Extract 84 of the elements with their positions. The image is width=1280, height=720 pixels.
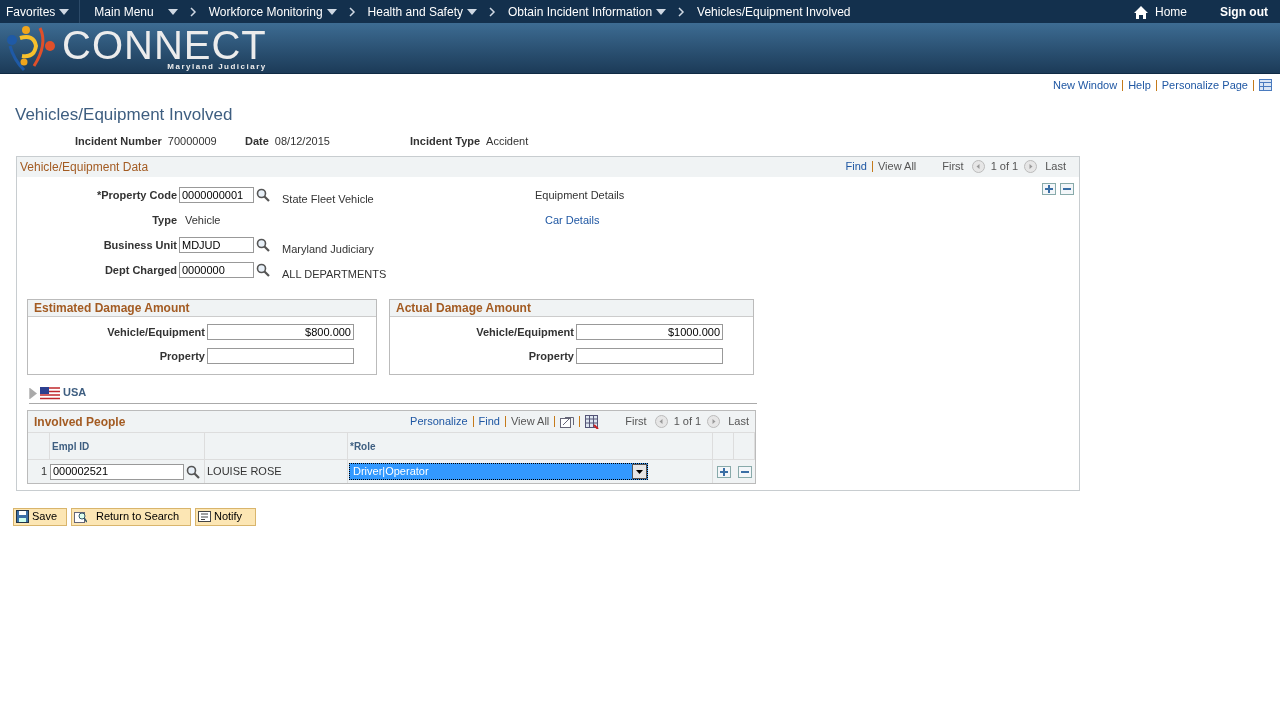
page-link[interactable]: New Window (1052, 77, 1118, 94)
breadcrumb-link[interactable]: Obtain Incident Information (507, 2, 653, 21)
input-field[interactable]: 0000000001 (179, 187, 254, 203)
plus-icon (1044, 183, 1054, 194)
field-description: State Fleet Vehicle (282, 192, 374, 205)
search-icon[interactable] (256, 263, 270, 277)
field-description: Maryland Judiciary (282, 242, 374, 255)
add-row-button[interactable] (716, 465, 731, 478)
input-field[interactable] (207, 348, 354, 364)
field-label: Property (528, 349, 574, 362)
field-description: ALL DEPARTMENTS (282, 267, 387, 280)
flag-icon (40, 387, 60, 400)
column-header: *Role (350, 439, 376, 454)
logo-subtitle: Maryland Judiciary (167, 63, 267, 71)
input-field[interactable]: MDJUD (179, 237, 254, 253)
field-value: 08/12/2015 (274, 134, 330, 149)
row-number: 1 (40, 465, 47, 478)
field-label: Type (152, 213, 177, 226)
table-icon[interactable] (1259, 79, 1272, 92)
details-link[interactable]: Car Details (545, 211, 600, 229)
field-label: *Property Code (96, 188, 177, 201)
field-label: Property (159, 349, 205, 362)
breadcrumb-link[interactable]: Health and Safety (367, 2, 463, 21)
field-label: Business Unit (103, 238, 177, 251)
note-icon (198, 510, 211, 523)
home-icon[interactable] (1133, 4, 1149, 19)
input-field[interactable]: $800.000 (207, 324, 354, 340)
action-button[interactable]: Return to Search (71, 507, 191, 526)
input-field[interactable]: 000002521 (50, 463, 184, 480)
grid-link[interactable]: Personalize (410, 413, 468, 430)
breadcrumb-link[interactable]: Workforce Monitoring (208, 2, 323, 21)
logo-text: CONNECT (62, 25, 267, 65)
sign-out-link[interactable]: Sign out (1220, 2, 1268, 21)
home-link[interactable]: Home (1155, 2, 1187, 21)
field-label: Date (245, 134, 269, 149)
add-row-button[interactable] (1042, 182, 1056, 195)
section-title: Vehicle/Equipment Data (20, 158, 149, 176)
group-title: Estimated Damage Amount (34, 299, 190, 317)
field-label: Incident Type (410, 134, 481, 149)
dropdown-caret-icon[interactable] (326, 8, 337, 15)
search-icon[interactable] (256, 238, 270, 252)
action-button[interactable]: Save (13, 507, 67, 526)
grid-title: Involved People (34, 413, 126, 431)
input-field[interactable]: $1000.000 (576, 324, 723, 340)
field-value: Vehicle (185, 213, 221, 226)
page-link[interactable]: Help (1128, 77, 1151, 94)
dropdown-caret-icon[interactable] (466, 8, 477, 15)
grid-link[interactable]: View All (510, 413, 550, 430)
country-label[interactable]: USA (63, 383, 87, 400)
column-header: Empl ID (52, 439, 90, 454)
page-title: Vehicles/Equipment Involved (15, 103, 234, 126)
table-cell-text: LOUISE ROSE (207, 464, 282, 480)
grid-link[interactable]: Find (478, 413, 500, 430)
breadcrumb-link[interactable]: Vehicles/Equipment Involved (697, 2, 851, 21)
field-label: Vehicle/Equipment (476, 325, 574, 338)
details-label: Equipment Details (535, 187, 625, 203)
find-link[interactable]: Find (845, 158, 867, 175)
field-label: Vehicle/Equipment (107, 325, 205, 338)
spreadsheet-icon[interactable] (585, 414, 600, 429)
dropdown-caret-icon[interactable] (59, 8, 70, 15)
group-title: Actual Damage Amount (396, 299, 531, 317)
input-field[interactable] (576, 348, 723, 364)
search-icon[interactable] (256, 188, 270, 202)
field-label: Incident Number (75, 134, 162, 149)
new-window-icon[interactable] (560, 415, 575, 428)
breadcrumb-link[interactable]: Main Menu (94, 2, 154, 21)
breadcrumb-link[interactable]: Favorites (6, 2, 56, 21)
dropdown-caret-icon[interactable] (656, 8, 667, 15)
magnifier-page-icon (74, 510, 87, 523)
delete-row-button[interactable] (1060, 182, 1074, 195)
plus-icon (718, 466, 729, 477)
page-link[interactable]: Personalize Page (1161, 77, 1248, 94)
record-count: 1 of 1 (673, 414, 702, 430)
search-icon[interactable] (186, 464, 200, 479)
view-all-link[interactable]: View All (877, 158, 917, 175)
field-value: 70000009 (167, 134, 217, 149)
record-count: 1 of 1 (990, 159, 1019, 175)
action-button[interactable]: Notify (195, 507, 256, 526)
input-field[interactable]: 0000000 (179, 262, 254, 278)
field-value: Accident (486, 134, 529, 149)
logo-icon (4, 24, 56, 72)
field-label: Dept Charged (104, 263, 177, 276)
delete-row-button[interactable] (737, 465, 752, 478)
dropdown-caret-icon[interactable] (167, 8, 178, 15)
